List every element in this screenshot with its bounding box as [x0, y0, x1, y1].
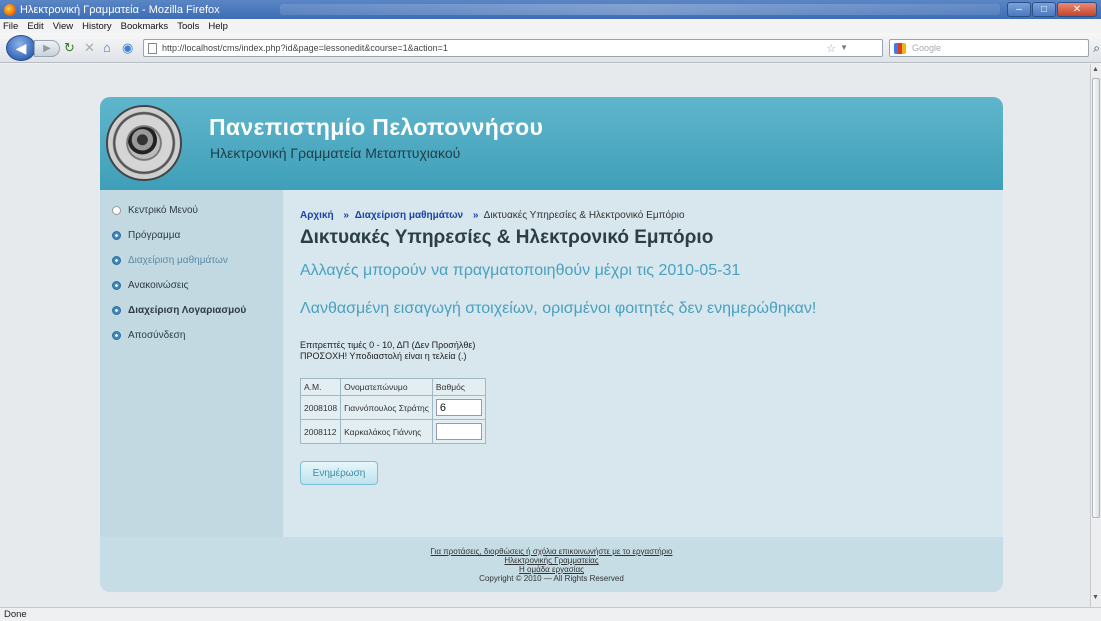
update-button[interactable]: Ενημέρωση — [300, 461, 378, 485]
column-header-grade: Βαθμός — [431, 378, 486, 396]
footer-team-link[interactable]: Η ομάδα εργασίας — [519, 565, 584, 574]
stop-icon[interactable]: ✕ — [84, 40, 95, 56]
sidebar-item-label: Ανακοινώσεις — [128, 280, 189, 291]
menu-bar: File Edit View History Bookmarks Tools H… — [0, 19, 1101, 33]
maximize-button[interactable]: □ — [1032, 2, 1056, 17]
breadcrumb-current: Δικτυακές Υπηρεσίες & Ηλεκτρονικό Εμπόρι… — [483, 210, 685, 221]
allowed-values-text: Επιτρεπτές τιμές 0 - 10, ΔΠ (Δεν Προσήλθ… — [300, 340, 476, 350]
sidebar-item-label: Κεντρικό Μενού — [128, 205, 199, 216]
menu-history[interactable]: History — [82, 21, 112, 32]
grade-input[interactable] — [435, 423, 482, 440]
breadcrumb-home-link[interactable]: Αρχική — [300, 210, 334, 221]
firefox-icon — [4, 3, 16, 16]
sidebar-item-label: Αποσύνδεση — [128, 330, 186, 341]
forward-button[interactable]: ▶ — [34, 40, 60, 57]
sidebar-item-announcements[interactable]: Ανακοινώσεις — [112, 280, 188, 291]
page-container: Πανεπιστημίο Πελοποννήσου Ηλεκτρονική Γρ… — [100, 97, 1003, 592]
bullet-icon — [112, 281, 121, 290]
sidebar-item-program[interactable]: Πρόγραμμα — [112, 230, 180, 241]
home-icon[interactable]: ⌂ — [103, 40, 111, 56]
breadcrumb-separator: » — [343, 210, 349, 221]
menu-view[interactable]: View — [53, 21, 73, 32]
deadline-notice: Αλλαγές μπορούν να πραγματοποιηθούν μέχρ… — [300, 262, 741, 279]
error-notice: Λανθασμένη εισαγωγή στοιχείων, ορισμένοι… — [300, 300, 817, 317]
sidebar-item-course-management[interactable]: Διαχείριση μαθημάτων — [112, 255, 228, 266]
site-title: Πανεπιστημίο Πελοποννήσου — [209, 114, 544, 140]
sidebar-item-account-management[interactable]: Διαχείριση Λογαριασμού — [112, 305, 246, 316]
site-subtitle: Ηλεκτρονική Γραμματεία Μεταπτυχιακού — [210, 145, 461, 161]
sidebar-item-label: Διαχείριση Λογαριασμού — [128, 305, 247, 316]
sidebar-item-label: Διαχείριση μαθημάτων — [128, 255, 228, 266]
decimal-warning-text: ΠΡΟΣΟΧΗ! Υποδιαστολή είναι η τελεία (.) — [300, 351, 467, 361]
column-header-name: Ονοματεπώνυμο — [340, 378, 433, 396]
forward-arrow-icon: ▶ — [43, 43, 51, 54]
page-icon — [148, 43, 157, 54]
cell-grade — [431, 419, 486, 444]
cell-grade — [431, 395, 486, 420]
main-content: Αρχική » Διαχείριση μαθημάτων » Δικτυακέ… — [283, 190, 1003, 537]
cell-name: Γιαννόπουλος Στράτης — [340, 395, 433, 420]
search-bar[interactable]: Google ⌕ — [889, 39, 1100, 57]
sidebar-item-label: Πρόγραμμα — [128, 230, 181, 241]
footer-contact-link[interactable]: Για προτάσεις, διορθώσεις ή σχόλια επικο… — [431, 547, 673, 556]
bookmark-icon[interactable]: ◉ — [122, 40, 133, 56]
minimize-button[interactable]: – — [1007, 2, 1031, 17]
menu-help[interactable]: Help — [208, 21, 228, 32]
reload-icon[interactable]: ↻ — [64, 40, 75, 56]
navigation-toolbar: ◀ ▶ ↻ ✕ ⌂ ◉ http://localhost/cms/index.p… — [0, 33, 1101, 63]
url-text: http://localhost/cms/index.php?id&page=l… — [162, 43, 448, 53]
column-header-am: Α.Μ. — [299, 378, 342, 396]
cell-am: 2008108 — [299, 395, 342, 420]
bullet-icon — [112, 231, 121, 240]
menu-tools[interactable]: Tools — [177, 21, 199, 32]
status-bar: Done — [0, 607, 1101, 621]
menu-edit[interactable]: Edit — [27, 21, 43, 32]
star-icon[interactable]: ☆ — [826, 42, 836, 55]
cell-am: 2008112 — [299, 419, 342, 444]
back-button[interactable]: ◀ — [6, 35, 36, 61]
bullet-icon — [112, 306, 121, 315]
breadcrumb-separator: » — [472, 210, 479, 221]
page-viewport: Πανεπιστημίο Πελοποννήσου Ηλεκτρονική Γρ… — [0, 64, 1090, 607]
window-title: Ηλεκτρονική Γραμματεία - Mozilla Firefox — [20, 3, 220, 16]
menu-file[interactable]: File — [3, 21, 18, 32]
page-title: Δικτυακές Υπηρεσίες & Ηλεκτρονικό Εμπόρι… — [300, 227, 714, 248]
sidebar-item-logout[interactable]: Αποσύνδεση — [112, 330, 185, 341]
table-header-row: Α.Μ. Ονοματεπώνυμο Βαθμός — [299, 378, 486, 396]
google-icon[interactable] — [894, 43, 906, 54]
taskbar-blur — [280, 4, 1000, 15]
site-header: Πανεπιστημίο Πελοποννήσου Ηλεκτρονική Γρ… — [100, 97, 1003, 190]
table-row: 2008108 Γιαννόπουλος Στράτης — [299, 395, 486, 420]
site-footer: Για προτάσεις, διορθώσεις ή σχόλια επικο… — [100, 537, 1003, 592]
menu-bookmarks[interactable]: Bookmarks — [121, 21, 169, 32]
footer-copyright: Copyright © 2010 — All Rights Reserved — [479, 574, 624, 583]
scrollbar-thumb[interactable] — [1092, 78, 1100, 518]
search-icon[interactable]: ⌕ — [1093, 41, 1100, 56]
sidebar-item-main-menu[interactable]: Κεντρικό Μενού — [112, 205, 198, 216]
vertical-scrollbar[interactable]: ▲ ▼ — [1090, 64, 1101, 607]
window-titlebar: Ηλεκτρονική Γραμματεία - Mozilla Firefox… — [0, 0, 1101, 19]
breadcrumb-courses-link[interactable]: Διαχείριση μαθημάτων — [355, 210, 463, 221]
grade-input[interactable] — [435, 399, 482, 416]
grades-table: Α.Μ. Ονοματεπώνυμο Βαθμός 2008108 Γιαννό… — [299, 378, 486, 444]
bullet-icon — [112, 331, 121, 340]
bullet-icon — [112, 206, 121, 215]
scroll-down-icon[interactable]: ▼ — [1092, 594, 1099, 601]
sidebar: Κεντρικό Μενού Πρόγραμμα Διαχείριση μαθη… — [100, 190, 283, 537]
scroll-up-icon[interactable]: ▲ — [1092, 66, 1099, 73]
grade-info: Επιτρεπτές τιμές 0 - 10, ΔΠ (Δεν Προσήλθ… — [300, 340, 475, 362]
close-button[interactable]: ✕ — [1057, 2, 1097, 17]
dropdown-icon[interactable]: ▼ — [840, 43, 848, 52]
url-bar[interactable]: http://localhost/cms/index.php?id&page=l… — [143, 39, 883, 57]
university-seal-icon — [106, 105, 182, 181]
table-row: 2008112 Καρκαλάκος Γιάννης — [299, 419, 486, 444]
footer-secretariat-link[interactable]: Ηλεκτρονικής Γραμματείας — [504, 556, 598, 565]
cell-name: Καρκαλάκος Γιάννης — [340, 419, 433, 444]
breadcrumb: Αρχική » Διαχείριση μαθημάτων » Δικτυακέ… — [300, 210, 685, 221]
bullet-icon — [112, 256, 121, 265]
search-placeholder: Google — [912, 43, 942, 53]
back-arrow-icon: ◀ — [15, 40, 27, 56]
